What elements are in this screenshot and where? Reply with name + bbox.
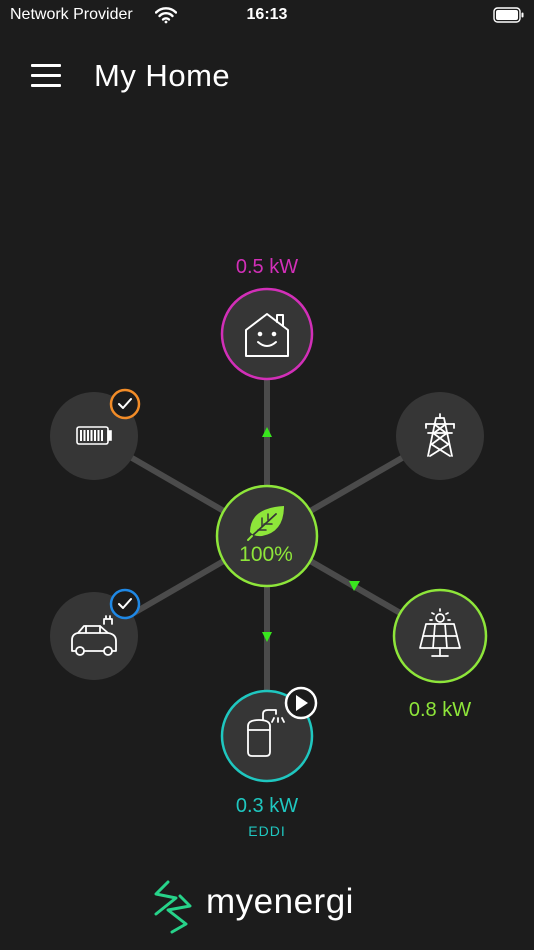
home-power-label: 0.5 kW [235, 256, 299, 278]
home-node[interactable] [220, 287, 314, 381]
logo-text: myenergi [206, 882, 354, 921]
arrow-to-home [262, 427, 272, 437]
solar-power-label: 0.8 kW [408, 699, 472, 721]
center-node[interactable] [215, 484, 319, 588]
myenergi-logo-icon [154, 880, 192, 934]
arrow-to-eddi [262, 632, 272, 642]
eddi-power-label: 0.3 kW [235, 795, 299, 817]
ev-check-badge [109, 588, 141, 620]
eddi-play-badge[interactable] [284, 686, 318, 720]
battery-check-badge [109, 388, 141, 420]
eddi-name-label: EDDI [248, 823, 286, 839]
grid-node[interactable] [396, 392, 484, 480]
myenergi-logo: myenergi [150, 878, 390, 938]
green-percentage: 100% [239, 543, 293, 566]
solar-node[interactable] [392, 588, 488, 684]
